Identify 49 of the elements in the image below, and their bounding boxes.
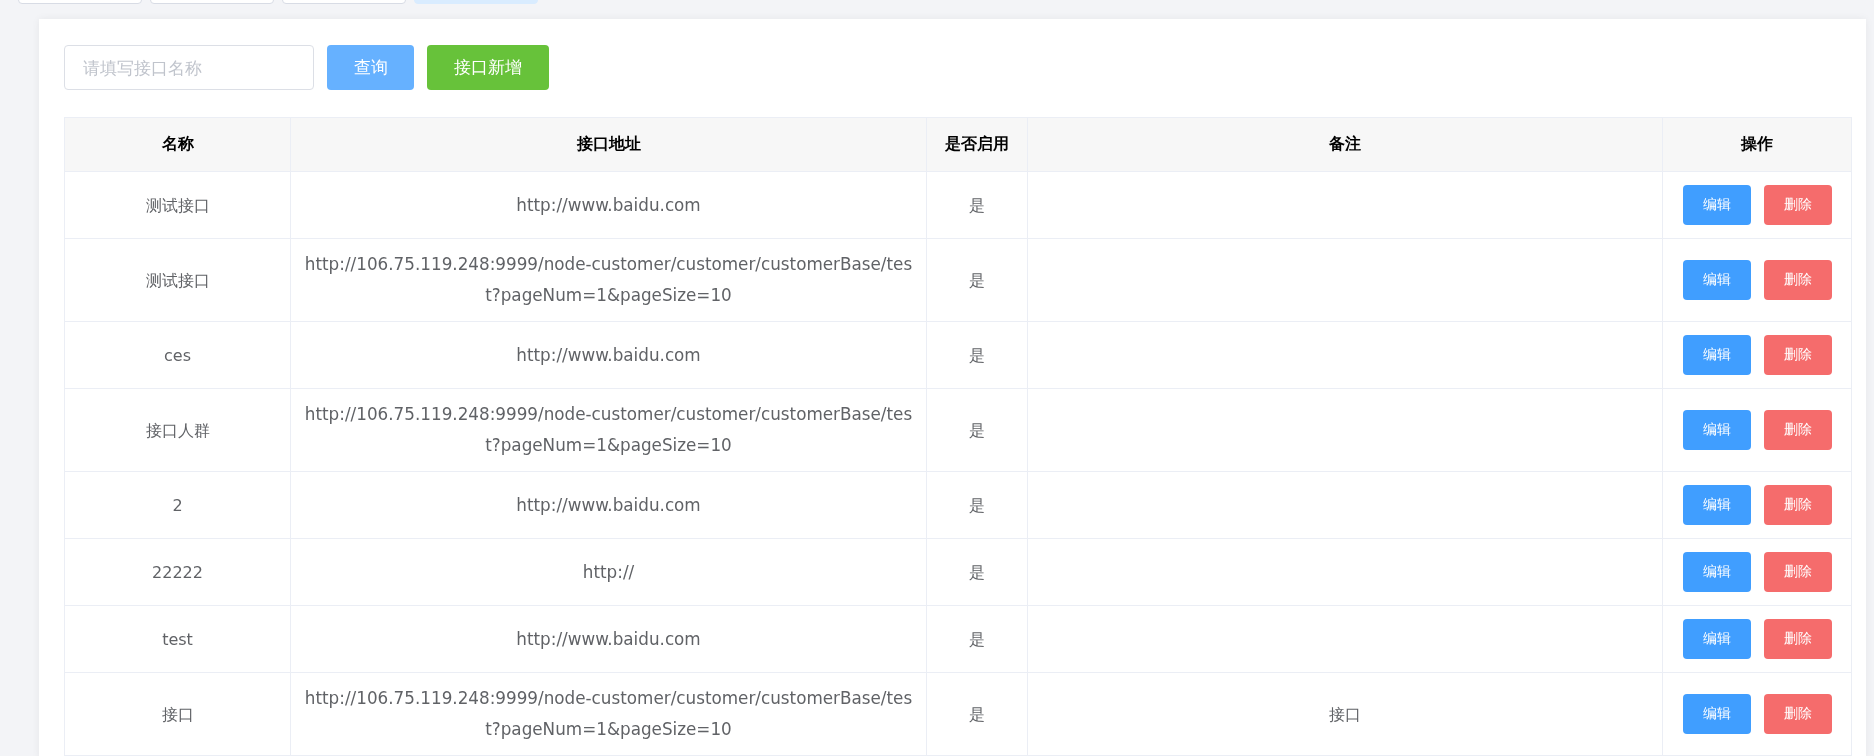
add-button[interactable]: 接口新增: [427, 45, 549, 90]
table-cell: 是: [969, 495, 985, 515]
delete-button[interactable]: 删除: [1763, 619, 1832, 659]
edit-button[interactable]: 编辑: [1682, 410, 1751, 450]
table-cell: http://www.baidu.com: [516, 494, 701, 515]
edit-button[interactable]: 编辑: [1682, 335, 1751, 375]
column-header: 备注: [1027, 117, 1663, 172]
edit-button[interactable]: 编辑: [1682, 619, 1751, 659]
table-cell: ces: [164, 345, 191, 365]
table-cell: 接口: [161, 704, 194, 724]
table-cell: 22222: [152, 562, 203, 582]
column-header: 接口地址: [290, 117, 927, 172]
search-field[interactable]: 请填写接口名称: [64, 45, 314, 90]
delete-button[interactable]: 删除: [1763, 694, 1832, 734]
search-button[interactable]: 查询: [327, 45, 414, 90]
table-cell: http://www.baidu.com: [516, 344, 701, 365]
table-cell: 测试接口: [145, 195, 210, 215]
table-cell: http://www.baidu.com: [516, 194, 701, 215]
table-cell: 2: [172, 495, 183, 515]
table-cell: http://: [582, 561, 635, 582]
table-cell: http://www.baidu.com: [516, 628, 701, 649]
table-cell: test: [162, 629, 193, 649]
column-header: 是否启用: [926, 117, 1028, 172]
edit-button[interactable]: 编辑: [1682, 485, 1751, 525]
table-cell: 是: [969, 704, 985, 724]
delete-button[interactable]: 删除: [1763, 552, 1832, 592]
delete-button[interactable]: 删除: [1763, 410, 1832, 450]
table-cell: 是: [969, 195, 985, 215]
table-cell: 接口: [1329, 704, 1361, 724]
table-cell: 是: [969, 345, 985, 365]
column-header: 名称: [64, 117, 291, 172]
table-cell: 是: [969, 562, 985, 582]
edit-button[interactable]: 编辑: [1682, 185, 1751, 225]
edit-button[interactable]: 编辑: [1682, 694, 1751, 734]
edit-button[interactable]: 编辑: [1682, 552, 1751, 592]
table-cell: http://106.75.119.248:9999/node-customer/customer/customerBase/test?pageNum=1&pageSize=10: [304, 254, 913, 305]
table-cell: 测试接口: [145, 270, 210, 290]
table-cell: 是: [969, 270, 985, 290]
table-cell: http://106.75.119.248:9999/node-customer/customer/customerBase/test?pageNum=1&pageSize=10: [304, 688, 913, 739]
column-header: 操作: [1662, 117, 1852, 172]
table-cell: 是: [969, 629, 985, 649]
delete-button[interactable]: 删除: [1763, 185, 1832, 225]
delete-button[interactable]: 删除: [1763, 485, 1832, 525]
edit-button[interactable]: 编辑: [1682, 260, 1751, 300]
table-cell: 是: [969, 420, 985, 440]
table-cell: 接口人群: [145, 420, 210, 440]
delete-button[interactable]: 删除: [1763, 260, 1832, 300]
table-cell: http://106.75.119.248:9999/node-customer/customer/customerBase/test?pageNum=1&pageSize=10: [304, 404, 913, 455]
delete-button[interactable]: 删除: [1763, 335, 1832, 375]
